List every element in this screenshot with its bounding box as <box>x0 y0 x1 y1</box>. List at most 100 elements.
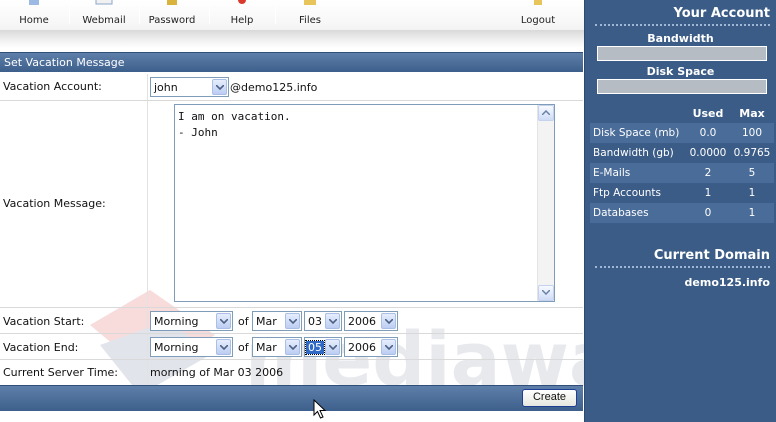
row-server-time: Current Server Time: morning of Mar 03 2… <box>0 360 583 384</box>
vacation-account-select[interactable]: john <box>150 77 229 97</box>
start-of-text: of <box>238 315 249 328</box>
nav-webmail[interactable]: Webmail <box>76 0 132 30</box>
top-toolbar: Home Webmail Password Help Files Logout <box>0 0 585 48</box>
webmail-icon <box>95 0 113 5</box>
stat-used: 1 <box>686 183 730 203</box>
dotted-divider <box>595 24 770 26</box>
stat-name: Disk Space (mb) <box>590 123 686 143</box>
end-year-value: 2006 <box>348 341 376 354</box>
start-day-select[interactable]: 03 <box>304 311 342 331</box>
create-button[interactable]: Create <box>522 389 577 407</box>
end-month-value: Mar <box>256 341 277 354</box>
chevron-down-icon <box>212 79 227 95</box>
scroll-up-button[interactable] <box>538 105 554 121</box>
row-vacation-account: Vacation Account: john @demo125.info <box>0 74 583 101</box>
stats-header-used: Used <box>692 106 724 120</box>
your-account-title: Your Account <box>673 6 770 21</box>
stat-name: E-Mails <box>590 163 686 183</box>
end-month-select[interactable]: Mar <box>252 337 302 357</box>
toolbar-shadow <box>0 30 585 48</box>
nav-logout[interactable]: Logout <box>512 0 564 30</box>
chevron-down-icon <box>285 339 300 355</box>
account-stats-table: Used Max Disk Space (mb) 0.0 100 Bandwid… <box>590 103 774 223</box>
vacation-account-domain: @demo125.info <box>230 81 318 94</box>
start-year-value: 2006 <box>348 315 376 328</box>
nav-separator <box>139 2 140 24</box>
table-row: Ftp Accounts 1 1 <box>590 183 774 203</box>
table-row: Databases 0 1 <box>590 203 774 223</box>
bandwidth-label: Bandwidth <box>647 32 714 45</box>
stat-max: 1 <box>730 203 774 223</box>
row-divider <box>147 308 148 333</box>
chevron-down-icon <box>325 313 340 329</box>
stat-used: 2 <box>686 163 730 183</box>
chevron-down-icon <box>216 339 231 355</box>
stats-header-row: Used Max <box>590 103 774 123</box>
form-title: Set Vacation Message <box>4 56 125 69</box>
stat-name: Ftp Accounts <box>590 183 686 203</box>
dotted-divider <box>595 266 770 268</box>
stat-max: 100 <box>730 123 774 143</box>
start-month-select[interactable]: Mar <box>252 311 302 331</box>
table-row: Disk Space (mb) 0.0 100 <box>590 123 774 143</box>
vacation-message-textarea[interactable]: I am on vacation. - John <box>174 104 555 302</box>
diskspace-bar <box>597 79 767 94</box>
diskspace-label: Disk Space <box>646 65 715 78</box>
end-year-select[interactable]: 2006 <box>344 337 398 357</box>
nav-separator <box>69 2 70 24</box>
server-time-label: Current Server Time: <box>3 366 119 379</box>
end-day-value: 05 <box>305 340 325 355</box>
vacation-message-label: Vacation Message: <box>3 197 106 210</box>
nav-help[interactable]: Help <box>218 0 266 30</box>
stats-header-max: Max <box>739 106 765 120</box>
row-divider <box>147 334 148 359</box>
vacation-start-label: Vacation Start: <box>3 315 85 328</box>
vacation-account-value: john <box>154 81 178 94</box>
stat-used: 0.0000 <box>686 143 730 163</box>
start-year-select[interactable]: 2006 <box>344 311 398 331</box>
row-vacation-end: Vacation End: Morning of Mar 05 2006 <box>0 334 583 360</box>
vacation-account-label: Vacation Account: <box>3 80 102 93</box>
chevron-down-icon <box>542 290 550 295</box>
nav-password-label: Password <box>148 15 196 26</box>
stat-name: Databases <box>590 203 686 223</box>
start-month-value: Mar <box>256 315 277 328</box>
help-icon <box>238 0 246 4</box>
files-icon <box>304 0 316 5</box>
home-icon <box>29 0 39 5</box>
stat-name: Bandwidth (gb) <box>590 143 686 163</box>
nav-home-label: Home <box>19 15 49 26</box>
end-of-text: of <box>238 341 249 354</box>
form-footer-bar <box>0 385 583 411</box>
nav-separator <box>209 2 210 24</box>
chevron-up-icon <box>542 110 550 115</box>
stat-used: 0 <box>686 203 730 223</box>
logout-icon <box>534 0 542 5</box>
current-domain-value: demo125.info <box>684 276 770 289</box>
form-header: Set Vacation Message <box>0 52 583 72</box>
chevron-down-icon <box>381 339 396 355</box>
mouse-cursor-icon <box>313 399 327 419</box>
row-divider <box>147 74 148 100</box>
nav-help-label: Help <box>230 15 254 26</box>
end-time-select[interactable]: Morning <box>150 337 233 357</box>
row-vacation-start: Vacation Start: Morning of Mar 03 2006 <box>0 308 583 334</box>
row-divider <box>147 101 148 307</box>
bandwidth-bar <box>597 46 767 61</box>
nav-files-label: Files <box>299 15 321 26</box>
table-row: Bandwidth (gb) 0.0000 0.9765 <box>590 143 774 163</box>
stat-used: 0.0 <box>686 123 730 143</box>
nav-files[interactable]: Files <box>286 0 334 30</box>
end-day-select[interactable]: 05 <box>304 337 342 357</box>
stat-max: 5 <box>730 163 774 183</box>
scroll-down-button[interactable] <box>538 285 554 301</box>
current-domain-title: Current Domain <box>653 248 770 263</box>
password-icon <box>167 0 177 5</box>
chevron-down-icon <box>381 313 396 329</box>
server-time-value: morning of Mar 03 2006 <box>150 366 284 379</box>
message-scrollbar[interactable] <box>537 105 554 301</box>
nav-home[interactable]: Home <box>8 0 60 30</box>
start-time-select[interactable]: Morning <box>150 311 233 331</box>
nav-separator <box>275 2 276 24</box>
nav-password[interactable]: Password <box>144 0 200 30</box>
